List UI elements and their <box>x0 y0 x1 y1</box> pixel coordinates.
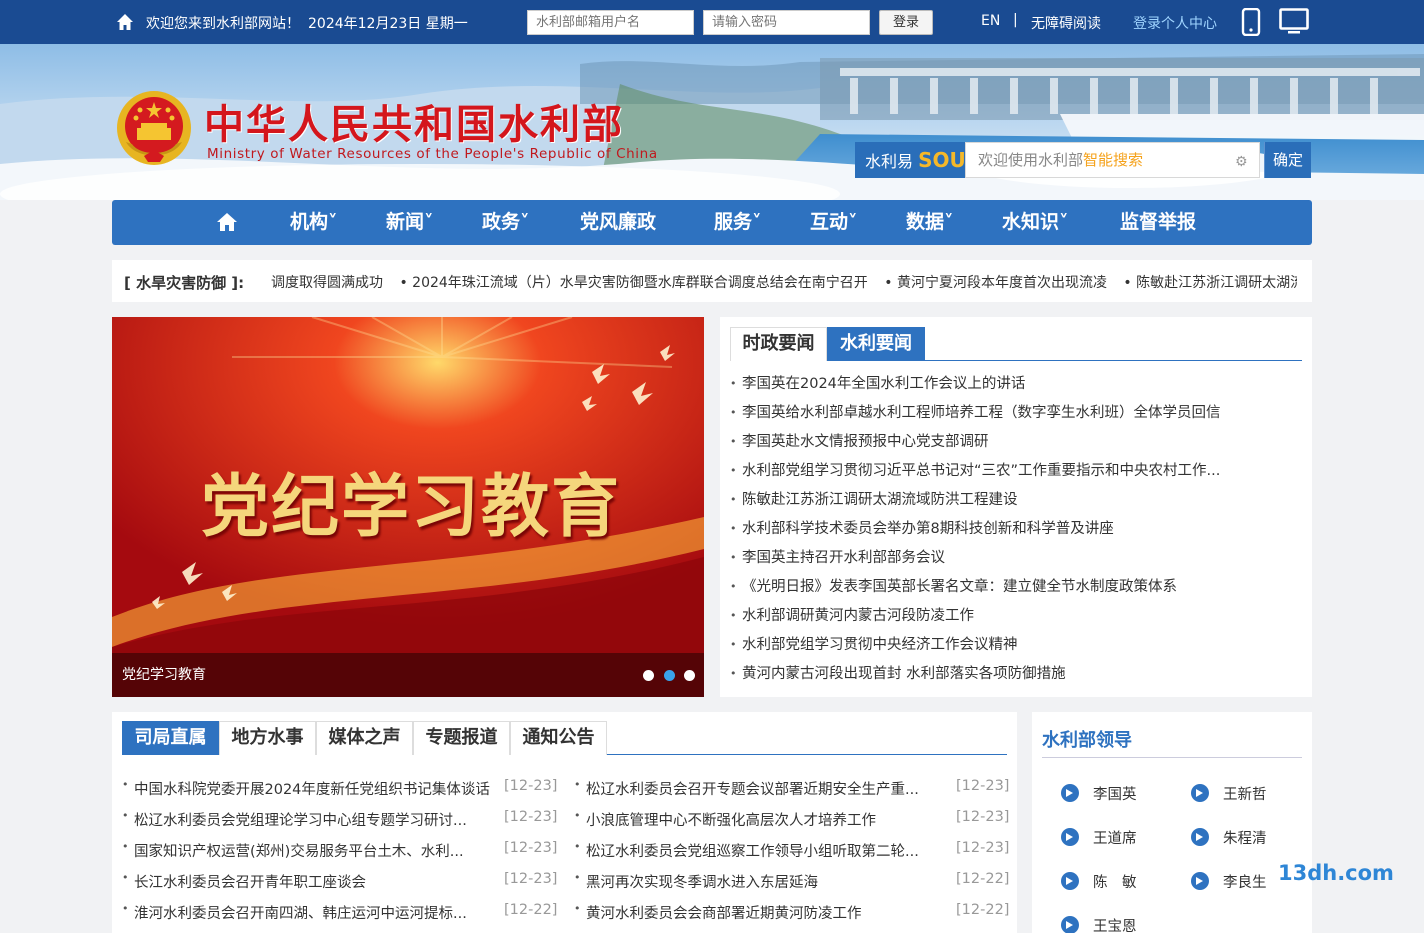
password-input[interactable] <box>703 10 870 35</box>
image-slider[interactable]: 党纪学习教育 党纪学习教育 <box>112 317 704 697</box>
news-item[interactable]: 陈敏赴江苏浙江调研太湖流域防洪工程建设 <box>730 489 1290 518</box>
ticker-items: 调度取得圆满成功 • 2024年珠江流域（片）水旱灾害防御暨水库群联合调度总结会… <box>271 272 1297 292</box>
home-icon[interactable] <box>116 13 134 31</box>
disaster-news-ticker: [ 水旱灾害防御 ]: 调度取得圆满成功 • 2024年珠江流域（片）水旱灾害防… <box>112 260 1312 302</box>
list-item[interactable]: 长江水利委员会召开青年职工座谈会[12-23] <box>122 871 558 893</box>
slide-dot-2[interactable] <box>664 670 675 681</box>
news-tabs: 时政要闻 水利要闻 <box>730 327 1302 361</box>
tab-departments[interactable]: 司局直属 <box>122 721 219 755</box>
list-item[interactable]: 黑河再次实现冬季调水进入东居延海[12-22] <box>574 871 1010 893</box>
news-panel: 时政要闻 水利要闻 李国英在2024年全国水利工作会议上的讲话 李国英给水利部卓… <box>720 317 1312 697</box>
list-item[interactable]: 淮河水利委员会召开南四湖、韩庄运河中运河提标...[12-22] <box>122 902 558 924</box>
top-bar: 欢迎您来到水利部网站！ 2024年12月23日 星期一 登录 EN | 无障碍阅… <box>0 0 1424 44</box>
news-list: 李国英在2024年全国水利工作会议上的讲话 李国英给水利部卓越水利工程师培养工程… <box>730 373 1290 692</box>
search-submit-button[interactable]: 确定 <box>1264 142 1311 178</box>
site-subtitle: Ministry of Water Resources of the Peopl… <box>207 146 658 162</box>
arrow-right-icon <box>1061 872 1079 890</box>
arrow-right-icon <box>1191 828 1209 846</box>
news-item[interactable]: 水利部党组学习贯彻中央经济工作会议精神 <box>730 634 1290 663</box>
ticker-item[interactable]: • 陈敏赴江苏浙江调研太湖流域防洪工程建设 <box>1123 275 1297 291</box>
personal-center-link[interactable]: 登录个人中心 <box>1133 13 1217 33</box>
leader-link[interactable]: 王道席 <box>1061 827 1171 847</box>
search-brand: 水利易 SOU <box>855 142 966 178</box>
search-input[interactable]: 欢迎使用水利部智能搜索 <box>965 142 1260 178</box>
ticker-item[interactable]: • 黄河宁夏河段本年度首次出现流凌 <box>884 275 1107 291</box>
desktop-icon[interactable] <box>1279 8 1309 36</box>
nav-item-interaction[interactable]: 互动˅ <box>810 200 858 245</box>
login-button[interactable]: 登录 <box>879 10 933 35</box>
tab-special-reports[interactable]: 专题报道 <box>413 721 510 755</box>
search-brand-logo: SOU <box>918 148 966 172</box>
leaders-title[interactable]: 水利部领导 <box>1042 726 1302 758</box>
ticker-label: [ 水旱灾害防御 ]: <box>124 274 245 292</box>
nav-item-data[interactable]: 数据˅ <box>906 200 954 245</box>
current-date: 2024年12月23日 星期一 <box>308 16 468 32</box>
news-item[interactable]: 水利部科学技术委员会举办第8期科技创新和科学普及讲座 <box>730 518 1290 547</box>
search-bar: 水利易 SOU 欢迎使用水利部智能搜索 ⚙ 确定 <box>855 142 1311 178</box>
news-item[interactable]: 李国英主持召开水利部部务会议 <box>730 547 1290 576</box>
nav-item-service[interactable]: 服务˅ <box>714 200 762 245</box>
gear-icon[interactable]: ⚙ <box>1235 154 1248 170</box>
arrow-right-icon <box>1061 828 1079 846</box>
english-link[interactable]: EN <box>981 13 1000 29</box>
news-item[interactable]: 水利部调研黄河内蒙古河段防凌工作 <box>730 605 1290 634</box>
department-tabs: 司局直属 地方水事 媒体之声 专题报道 通知公告 <box>122 721 1007 755</box>
department-news-panel: 司局直属 地方水事 媒体之声 专题报道 通知公告 中国水科院党委开展2024年度… <box>112 712 1017 933</box>
accessibility-link[interactable]: 无障碍阅读 <box>1031 13 1101 33</box>
list-item[interactable]: 松辽水利委员会召开专题会议部署近期安全生产重...[12-23] <box>574 778 1010 800</box>
tab-water-news[interactable]: 水利要闻 <box>827 327 925 361</box>
nav-item-knowledge[interactable]: 水知识˅ <box>1002 200 1069 245</box>
leader-link[interactable]: 陈 敏 <box>1061 871 1171 891</box>
arrow-right-icon <box>1061 784 1079 802</box>
ticker-item[interactable]: 调度取得圆满成功 <box>271 275 383 291</box>
news-item[interactable]: 《光明日报》发表李国英部长署名文章：建立健全节水制度政策体系 <box>730 576 1290 605</box>
arrow-right-icon <box>1061 916 1079 933</box>
site-title[interactable]: 中华人民共和国水利部 <box>204 92 624 150</box>
news-item[interactable]: 李国英赴水文情报预报中心党支部调研 <box>730 431 1290 460</box>
username-input[interactable] <box>527 10 694 35</box>
left-news-list: 中国水科院党委开展2024年度新任党组织书记集体谈话[12-23] 松辽水利委员… <box>122 778 558 933</box>
list-item[interactable]: 松辽水利委员会党组巡察工作领导小组听取第二轮...[12-23] <box>574 840 1010 862</box>
nav-home-icon[interactable] <box>216 212 238 232</box>
ticker-item[interactable]: • 2024年珠江流域（片）水旱灾害防御暨水库群联合调度总结会在南宁召开 <box>399 275 867 291</box>
nav-item-org[interactable]: 机构˅ <box>290 200 338 245</box>
nav-item-supervision[interactable]: 监督举报 <box>1120 200 1196 245</box>
arrow-right-icon <box>1191 872 1209 890</box>
news-item[interactable]: 水利部党组学习贯彻习近平总书记对“三农”工作重要指示和中央农村工作... <box>730 460 1290 489</box>
leader-link[interactable]: 王宝恩 <box>1061 915 1171 933</box>
list-item[interactable]: 国家知识产权运营(郑州)交易服务平台土木、水利...[12-23] <box>122 840 558 862</box>
tab-notices[interactable]: 通知公告 <box>510 721 607 755</box>
list-item[interactable]: 松辽水利委员会党组理论学习中心组专题学习研讨...[12-23] <box>122 809 558 831</box>
slide-headline: 党纪学习教育 <box>201 467 622 547</box>
nav-item-news[interactable]: 新闻˅ <box>386 200 434 245</box>
list-item[interactable]: 小浪底管理中心不断强化高层次人才培养工作[12-23] <box>574 809 1010 831</box>
nav-item-integrity[interactable]: 党风廉政 <box>580 200 656 245</box>
list-item[interactable]: 黄河水利委员会会商部署近期黄河防凌工作[12-22] <box>574 902 1010 924</box>
nav-item-affairs[interactable]: 政务˅ <box>482 200 530 245</box>
news-item[interactable]: 李国英在2024年全国水利工作会议上的讲话 <box>730 373 1290 402</box>
leader-link[interactable]: 朱程清 <box>1191 827 1301 847</box>
tab-media[interactable]: 媒体之声 <box>316 721 413 755</box>
tab-local-water[interactable]: 地方水事 <box>219 721 316 755</box>
welcome-text: 欢迎您来到水利部网站！ <box>146 16 300 32</box>
right-news-list: 松辽水利委员会召开专题会议部署近期安全生产重...[12-23] 小浪底管理中心… <box>574 778 1010 933</box>
leader-link[interactable]: 王新哲 <box>1191 783 1301 803</box>
separator: | <box>1013 12 1018 28</box>
news-item[interactable]: 李国英给水利部卓越水利工程师培养工程（数字孪生水利班）全体学员回信 <box>730 402 1290 431</box>
main-nav: 机构˅ 新闻˅ 政务˅ 党风廉政 服务˅ 互动˅ 数据˅ 水知识˅ 监督举报 <box>112 200 1312 245</box>
slide-caption[interactable]: 党纪学习教育 <box>122 664 206 684</box>
leaders-panel: 水利部领导 李国英 王新哲 王道席 朱程清 陈 敏 李良生 王宝恩 <box>1032 712 1312 933</box>
slide-dot-1[interactable] <box>643 670 654 681</box>
national-emblem-icon <box>117 91 191 165</box>
leader-link[interactable]: 李国英 <box>1061 783 1171 803</box>
news-item[interactable]: 黄河内蒙古河段出现首封 水利部落实各项防御措施 <box>730 663 1290 692</box>
watermark: 13dh.com <box>1278 861 1394 885</box>
mobile-icon[interactable] <box>1241 8 1261 36</box>
tab-politics-news[interactable]: 时政要闻 <box>730 327 827 361</box>
list-item[interactable]: 中国水科院党委开展2024年度新任党组织书记集体谈话[12-23] <box>122 778 558 800</box>
slide-dot-3[interactable] <box>684 670 695 681</box>
arrow-right-icon <box>1191 784 1209 802</box>
search-highlight: 智能搜索 <box>1083 151 1144 169</box>
